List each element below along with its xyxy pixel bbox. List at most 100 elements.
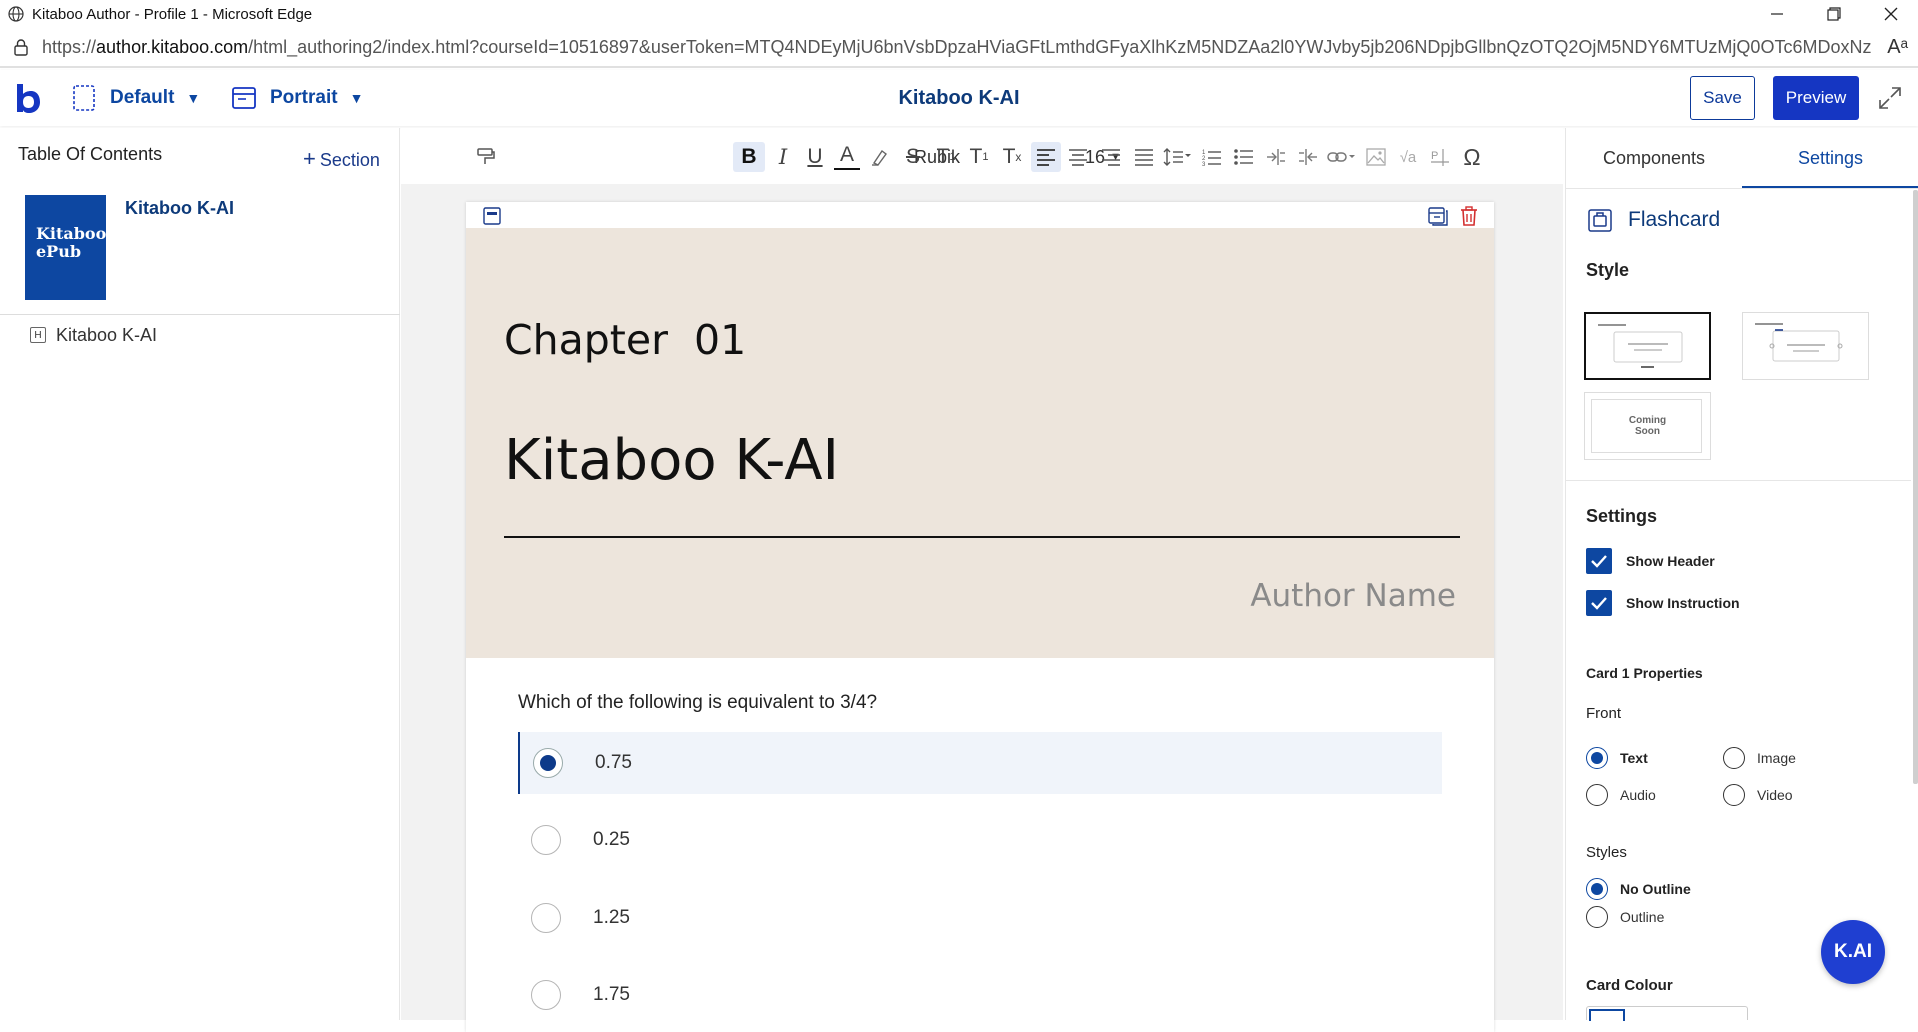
formula-icon[interactable]: √a <box>1395 142 1421 172</box>
colour-swatch[interactable] <box>1589 1009 1625 1021</box>
tab-settings[interactable]: Settings <box>1742 128 1918 188</box>
radio-button-selected[interactable] <box>533 748 563 778</box>
answer-option[interactable]: 1.25 <box>518 887 1442 949</box>
tab-components[interactable]: Components <box>1566 128 1742 188</box>
answer-option[interactable]: 0.25 <box>518 809 1442 871</box>
expand-icon[interactable] <box>1878 86 1902 110</box>
front-video-radio[interactable]: Video <box>1723 784 1793 806</box>
chapter-number[interactable]: Chapter 01 <box>504 316 746 364</box>
formatting-toolbar: Rubik▼ 16▼ B I U A S T1 T1 Tx 123 √a <box>401 128 1563 184</box>
flashcard-icon <box>1588 209 1612 232</box>
chapter-banner[interactable]: Chapter 01 Kitaboo K-AI Author Name <box>466 228 1494 658</box>
align-left-icon[interactable] <box>1031 142 1061 172</box>
numbered-list-icon[interactable]: 123 <box>1199 142 1225 172</box>
font-color-icon[interactable]: A <box>834 142 860 170</box>
orientation-dropdown[interactable]: Portrait ▼ <box>232 70 363 126</box>
style-option-2[interactable] <box>1742 312 1869 380</box>
chapter-title[interactable]: Kitaboo K-AI <box>504 428 839 493</box>
browser-title-bar: Kitaboo Author - Profile 1 - Microsoft E… <box>0 0 1918 28</box>
panel-scrollbar[interactable] <box>1913 190 1918 784</box>
toc-item[interactable]: H Kitaboo K-AI <box>30 324 157 346</box>
duplicate-icon[interactable] <box>1428 206 1448 226</box>
option-label: 0.25 <box>593 829 630 850</box>
radio-dot <box>1591 752 1603 764</box>
divider <box>1566 480 1911 481</box>
align-center-icon[interactable] <box>1065 142 1091 172</box>
answer-option[interactable]: 0.75 <box>518 732 1442 794</box>
front-image-radio[interactable]: Image <box>1723 747 1796 769</box>
link-icon[interactable] <box>1327 142 1355 172</box>
indent-increase-icon[interactable] <box>1295 142 1321 172</box>
option-label: 0.75 <box>595 752 632 773</box>
paragraph-icon[interactable]: P <box>1427 142 1453 172</box>
style-option-coming-soon: Coming Soon <box>1584 392 1711 460</box>
toc-book-title[interactable]: Kitaboo K-AI <box>125 198 234 219</box>
front-audio-radio[interactable]: Audio <box>1586 784 1656 806</box>
underline-icon[interactable]: U <box>802 142 828 172</box>
option-label: 1.75 <box>593 984 630 1005</box>
outline-radio[interactable]: Outline <box>1586 906 1664 928</box>
component-icon[interactable] <box>483 207 501 225</box>
close-window-button[interactable] <box>1868 0 1914 28</box>
align-right-icon[interactable] <box>1098 142 1124 172</box>
layout-dropdown[interactable]: Default ▼ <box>72 70 200 126</box>
page-controls <box>466 202 1494 228</box>
radio-button[interactable] <box>531 825 561 855</box>
divider <box>1566 188 1918 189</box>
preview-button[interactable]: Preview <box>1773 76 1859 120</box>
strikethrough-icon[interactable]: S <box>900 142 926 172</box>
divider <box>0 314 400 315</box>
portrait-icon <box>232 87 256 109</box>
author-name[interactable]: Author Name <box>1250 578 1456 614</box>
svg-text:P: P <box>1431 150 1438 162</box>
clear-format-icon[interactable]: Tx <box>999 142 1025 172</box>
radio-button[interactable] <box>531 980 561 1010</box>
no-outline-radio[interactable]: No Outline <box>1586 878 1691 900</box>
special-char-icon[interactable]: Ω <box>1459 142 1485 172</box>
lock-icon <box>14 39 28 56</box>
italic-icon[interactable]: I <box>770 142 796 172</box>
globe-icon <box>6 4 26 24</box>
toc-title: Table Of Contents <box>18 144 163 164</box>
front-heading: Front <box>1586 705 1622 722</box>
toc-item-label: Kitaboo K-AI <box>56 324 158 345</box>
url-text[interactable]: https://author.kitaboo.com/html_authorin… <box>42 37 1872 58</box>
indent-decrease-icon[interactable] <box>1263 142 1289 172</box>
delete-icon[interactable] <box>1460 206 1478 226</box>
minimize-button[interactable] <box>1754 0 1800 28</box>
checkmark-icon <box>1586 548 1612 574</box>
show-instruction-checkbox[interactable]: Show Instruction <box>1586 590 1740 616</box>
svg-text:3: 3 <box>1202 162 1206 166</box>
styles-heading: Styles <box>1586 844 1627 861</box>
reader-mode-icon[interactable]: Aᵃ <box>1887 36 1908 59</box>
address-bar[interactable]: https://author.kitaboo.com/html_authorin… <box>0 28 1918 68</box>
style-heading: Style <box>1586 260 1630 280</box>
superscript-icon[interactable]: T1 <box>966 142 992 172</box>
restore-button[interactable] <box>1811 0 1857 28</box>
subscript-icon[interactable]: T1 <box>933 142 959 172</box>
bold-icon[interactable]: B <box>733 142 765 172</box>
show-header-checkbox[interactable]: Show Header <box>1586 548 1715 574</box>
layout-dropdown-label: Default <box>110 87 175 108</box>
save-button[interactable]: Save <box>1690 76 1755 120</box>
highlight-icon[interactable] <box>867 142 893 172</box>
table-of-contents: Table Of Contents + Section Kitaboo ePub … <box>0 128 400 1020</box>
image-icon[interactable] <box>1363 142 1389 172</box>
align-justify-icon[interactable] <box>1131 142 1157 172</box>
question-text[interactable]: Which of the following is equivalent to … <box>518 692 877 714</box>
line-height-icon[interactable] <box>1163 142 1191 172</box>
bullet-list-icon[interactable] <box>1231 142 1257 172</box>
kai-assistant-button[interactable]: K.AI <box>1821 920 1885 984</box>
card-colour-picker[interactable] <box>1586 1006 1748 1021</box>
card-properties-heading: Card 1 Properties <box>1586 665 1703 681</box>
kitaboo-logo <box>17 84 40 113</box>
radio-button[interactable] <box>531 903 561 933</box>
answer-option[interactable]: 1.75 <box>518 964 1442 1026</box>
orientation-dropdown-label: Portrait <box>270 87 338 108</box>
radio-dot <box>540 755 556 771</box>
front-text-radio[interactable]: Text <box>1586 747 1648 769</box>
book-cover[interactable]: Kitaboo ePub <box>25 195 106 300</box>
add-section-button[interactable]: + Section <box>303 146 380 172</box>
paint-format-icon[interactable] <box>473 142 499 172</box>
style-option-1[interactable] <box>1584 312 1711 380</box>
